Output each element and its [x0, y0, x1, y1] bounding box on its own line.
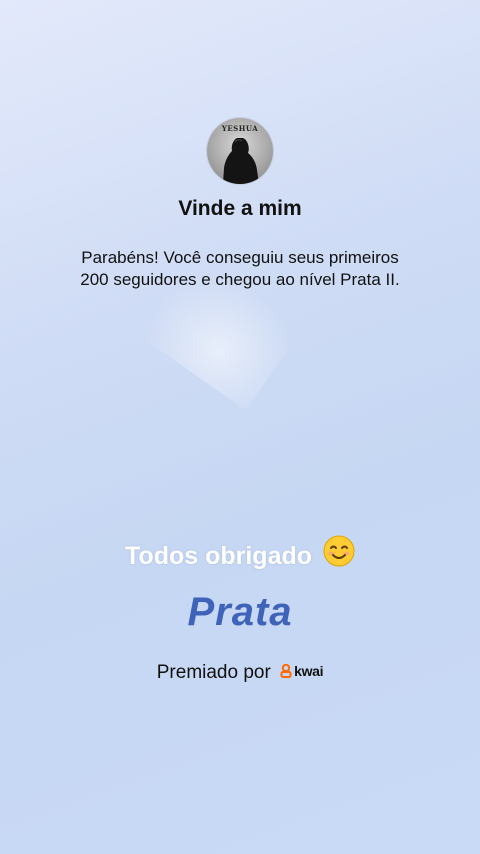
avatar-silhouette-icon: [223, 138, 259, 184]
message-line-2: 200 seguidores e chegou ao nível Prata I…: [80, 270, 400, 289]
awarded-by-text: Premiado por: [156, 662, 271, 683]
level-name: Prata: [187, 590, 293, 634]
kwai-logo-icon: [280, 663, 292, 678]
awarded-by: Premiado por kwai: [0, 662, 480, 684]
caption: Todos obrigado: [0, 535, 480, 577]
congratulations-message: Parabéns! Você conseguiu seus primeiros …: [40, 247, 440, 291]
kwai-brand-text: kwai: [294, 662, 324, 679]
profile-name: Vinde a mim: [178, 197, 302, 220]
kwai-logo: kwai: [280, 662, 324, 679]
avatar[interactable]: YESHUA: [207, 118, 273, 184]
message-line-1: Parabéns! Você conseguiu seus primeiros: [81, 248, 399, 267]
caption-text: Todos obrigado: [125, 542, 313, 571]
smiling-face-emoji-icon: [323, 535, 355, 574]
